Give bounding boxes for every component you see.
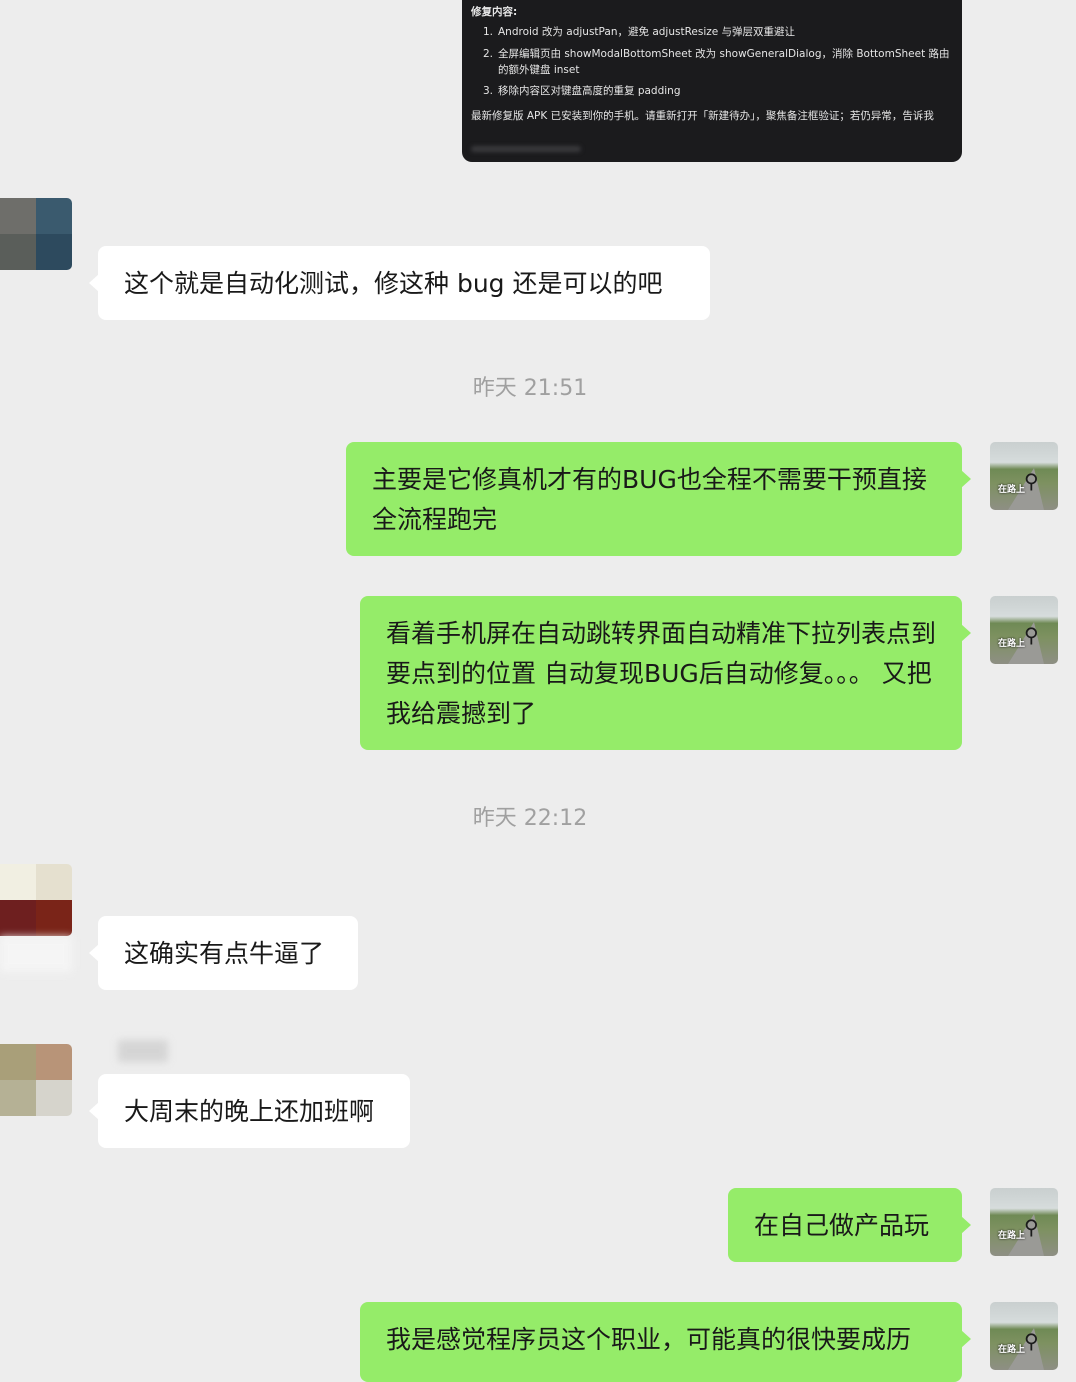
blurred-name [118,1040,168,1062]
outgoing-message[interactable]: 在自己做产品玩 [728,1188,971,1262]
bicycle-icon: ⚲ [1024,1215,1039,1239]
contact-avatar[interactable] [0,198,72,270]
contact-avatar[interactable] [0,1044,72,1116]
timestamp: 昨天 22:12 [472,806,588,831]
outgoing-message[interactable]: 主要是它修真机才有的BUG也全程不需要干预直接全流程跑完 [346,442,971,556]
message-text: 主要是它修真机才有的BUG也全程不需要干预直接全流程跑完 [372,465,927,534]
avatar-caption: 在路上 [998,1231,1026,1241]
avatar-caption: 在路上 [998,485,1026,495]
message-text: 这确实有点牛逼了 [124,939,325,968]
fix-item: 1. Android 改为 adjustPan，避免 adjustResize … [482,26,796,39]
incoming-message[interactable]: 这确实有点牛逼了 [89,916,358,990]
bicycle-icon: ⚲ [1024,623,1039,647]
incoming-message[interactable]: 这个就是自动化测试，修这种 bug 还是可以的吧 [89,246,710,320]
fix-footer: 最新修复版 APK 已安装到你的手机。请重新打开「新建待办」，聚焦备注框验证；若… [471,110,934,123]
contact-avatar[interactable] [0,864,72,936]
fix-heading: 修复内容: [471,6,518,18]
avatar-caption: 在路上 [998,639,1026,649]
my-avatar[interactable]: ⚲ 在路上 [990,1188,1058,1256]
incoming-message[interactable]: 大周末的晚上还加班啊 [89,1074,410,1148]
outgoing-message[interactable]: 看着手机屏在自动跳转界面自动精准下拉列表点到要点到的位置 自动复现BUG后自动修… [360,596,971,750]
message-text: 在自己做产品玩 [754,1211,930,1240]
outgoing-message[interactable]: 我是感觉程序员这个职业，可能真的很快要成历 [360,1302,971,1382]
message-text: 我是感觉程序员这个职业，可能真的很快要成历 [386,1325,912,1354]
my-avatar[interactable]: ⚲ 在路上 [990,596,1058,664]
message-text: 大周末的晚上还加班啊 [124,1097,375,1126]
timestamp: 昨天 21:51 [472,376,588,401]
fix-item: 2. 全屏编辑页由 showModalBottomSheet 改为 showGe… [482,47,950,76]
image-message[interactable]: 修复内容: 1. Android 改为 adjustPan，避免 adjustR… [462,0,962,162]
blurred-area [0,936,72,972]
my-avatar[interactable]: ⚲ 在路上 [990,442,1058,510]
message-text: 这个就是自动化测试，修这种 bug 还是可以的吧 [124,269,663,298]
bicycle-icon: ⚲ [1024,469,1039,493]
fix-item: 3. 移除内容区对键盘高度的重复 padding [482,85,681,98]
blurred-text [471,146,581,152]
message-text: 看着手机屏在自动跳转界面自动精准下拉列表点到要点到的位置 自动复现BUG后自动修… [386,619,937,728]
bicycle-icon: ⚲ [1024,1329,1039,1353]
avatar-caption: 在路上 [998,1345,1026,1355]
